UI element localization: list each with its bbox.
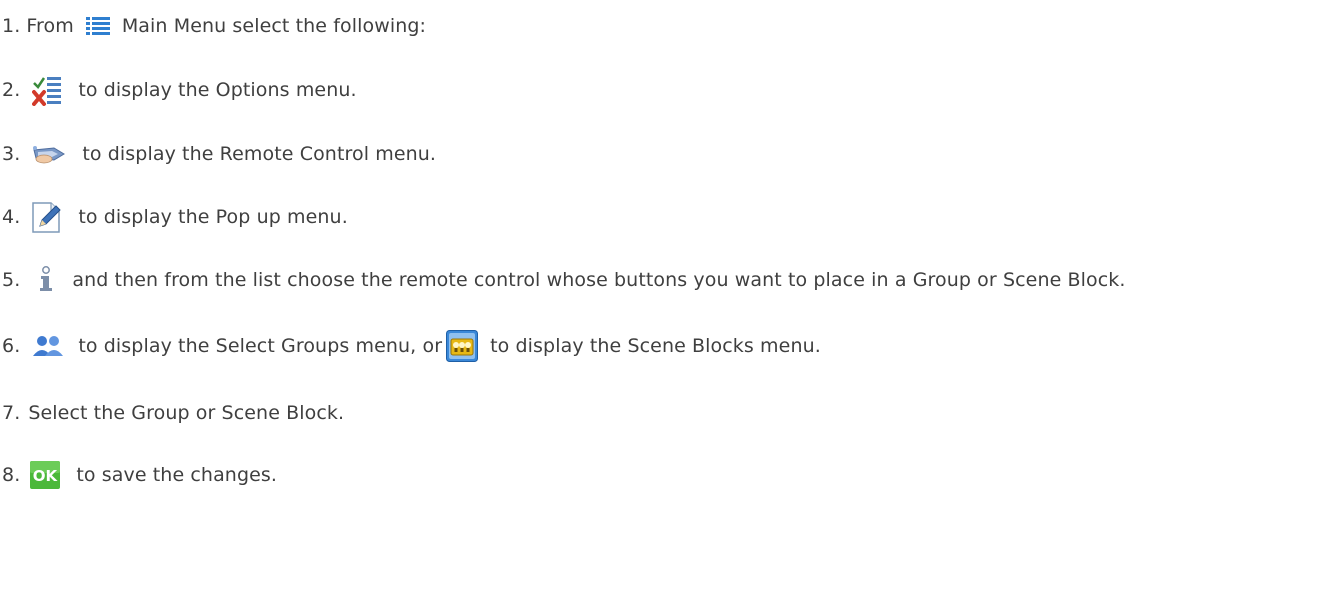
step-number: 2.: [2, 79, 21, 101]
step-text: to display the Pop up menu.: [78, 206, 348, 228]
step-number: 6.: [2, 335, 21, 357]
step-7: 7. Select the Group or Scene Block.: [2, 395, 344, 431]
step-text: and then from the list choose the remote…: [72, 269, 1126, 291]
scene-blocks-icon: [446, 330, 479, 362]
select-groups-icon: [32, 334, 64, 358]
instruction-steps: 1. From Main Menu select the following: …: [0, 0, 1319, 591]
edit-document-icon: [30, 199, 64, 235]
step-2: 2. to display the Options menu.: [2, 72, 357, 108]
step-3: 3. to display the Remote Control menu.: [2, 136, 436, 172]
options-checklist-icon: [32, 74, 62, 106]
info-icon: [36, 266, 56, 294]
ok-icon: OK: [30, 461, 61, 489]
step-number: 4.: [2, 206, 21, 228]
step-number: 1.: [2, 15, 21, 37]
step-text: to display the Options menu.: [78, 79, 357, 101]
ok-icon-label: OK: [33, 467, 59, 485]
step-number: 5.: [2, 269, 21, 291]
step-number: 8.: [2, 464, 21, 486]
step-1: 1. From Main Menu select the following:: [2, 8, 426, 44]
remote-control-icon: [32, 144, 66, 164]
step-text: to display the Select Groups menu, or: [78, 335, 443, 357]
main-menu-list-icon: [85, 16, 110, 36]
step-text: to display the Remote Control menu.: [82, 143, 437, 165]
step-text: Select the Group or Scene Block.: [28, 402, 345, 424]
step-text: Main Menu select the following:: [121, 15, 427, 37]
step-5: 5. and then from the list choose the rem…: [2, 262, 1126, 298]
step-6: 6. to display the Select Groups menu, or: [2, 328, 821, 364]
step-prefix-text: From: [26, 15, 74, 37]
step-text: to save the changes.: [76, 464, 278, 486]
step-number: 3.: [2, 143, 21, 165]
step-8: 8. OK to save the changes.: [2, 457, 277, 493]
step-4: 4. to display the Pop up menu.: [2, 199, 348, 235]
step-number: 7.: [2, 402, 21, 424]
step-text-2: to display the Scene Blocks menu.: [490, 335, 821, 357]
